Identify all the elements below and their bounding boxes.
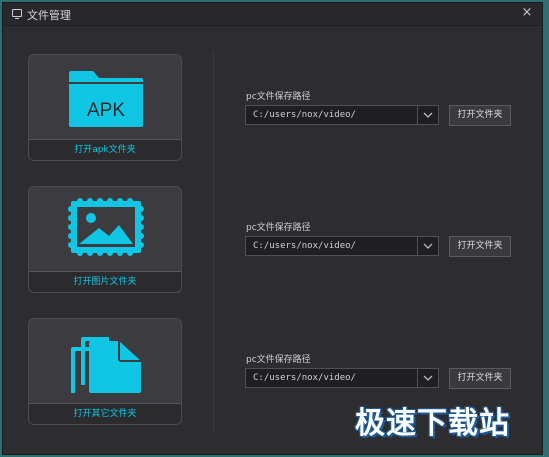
vertical-divider	[213, 51, 214, 433]
watermark: 极速下载站	[355, 406, 510, 441]
path-label: pc文件保存路径	[246, 92, 311, 102]
open-folder-button[interactable]: 打开文件夹	[449, 236, 511, 257]
apk-folder-icon: APK	[69, 71, 143, 127]
file-manager-window: 文件管理 × APK 打开apk文件夹 打开图片文件夹 打开其它文件夹 pc文件…	[2, 2, 543, 455]
path-value: C:/users/nox/video/	[253, 373, 356, 383]
dropdown-arrow[interactable]	[417, 369, 438, 387]
documents-icon	[71, 337, 141, 393]
apk-icon-text: APK	[87, 100, 125, 121]
other-path-select[interactable]: C:/users/nox/video/	[245, 368, 439, 388]
chevron-down-icon	[423, 243, 433, 249]
path-value: C:/users/nox/video/	[253, 110, 356, 120]
card-label: 打开图片文件夹	[73, 277, 137, 287]
dropdown-arrow[interactable]	[417, 237, 438, 255]
path-value: C:/users/nox/video/	[253, 241, 356, 251]
dropdown-arrow[interactable]	[417, 106, 438, 124]
apk-path-select[interactable]: C:/users/nox/video/	[245, 105, 439, 125]
window-title: 文件管理	[27, 9, 71, 22]
chevron-down-icon	[423, 375, 433, 381]
close-button[interactable]: ×	[520, 5, 534, 21]
chevron-down-icon	[423, 112, 433, 118]
title-bar: 文件管理 ×	[3, 3, 542, 26]
open-apk-folder-card[interactable]: APK 打开apk文件夹	[28, 54, 182, 161]
card-label: 打开其它文件夹	[73, 409, 137, 419]
picture-icon	[68, 198, 144, 256]
path-label: pc文件保存路径	[246, 355, 311, 365]
card-label: 打开apk文件夹	[74, 145, 136, 155]
monitor-icon	[12, 9, 22, 19]
open-other-folder-card[interactable]: 打开其它文件夹	[28, 318, 182, 425]
open-folder-button[interactable]: 打开文件夹	[449, 105, 511, 126]
open-picture-folder-card[interactable]: 打开图片文件夹	[28, 186, 182, 293]
picture-path-select[interactable]: C:/users/nox/video/	[245, 236, 439, 256]
open-folder-button[interactable]: 打开文件夹	[449, 368, 511, 389]
path-label: pc文件保存路径	[246, 223, 311, 233]
